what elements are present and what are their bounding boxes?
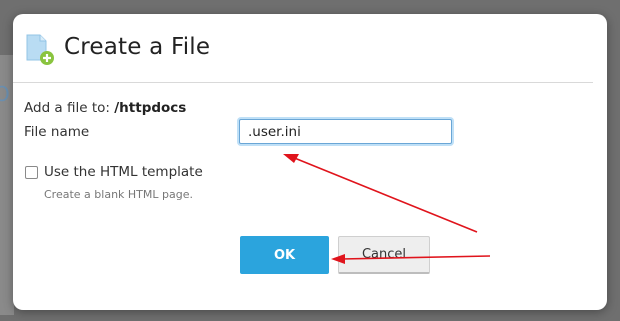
- create-file-dialog: Create a File Add a file to: /httpdocs F…: [13, 14, 607, 310]
- html-template-checkbox[interactable]: [25, 166, 38, 179]
- filename-input[interactable]: [239, 119, 452, 144]
- add-to-path: Add a file to: /httpdocs: [24, 100, 186, 116]
- background-page-fragment: O: [0, 82, 10, 106]
- target-directory: /httpdocs: [114, 100, 187, 116]
- filename-label: File name: [24, 124, 90, 140]
- add-to-label: Add a file to:: [24, 100, 110, 116]
- dialog-header: Create a File: [13, 14, 593, 83]
- new-file-icon: [26, 34, 54, 65]
- dialog-title: Create a File: [64, 34, 211, 60]
- ok-button[interactable]: OK: [240, 236, 329, 274]
- html-template-label[interactable]: Use the HTML template: [44, 164, 203, 180]
- cancel-button[interactable]: Cancel: [338, 236, 430, 274]
- html-template-hint: Create a blank HTML page.: [44, 188, 193, 201]
